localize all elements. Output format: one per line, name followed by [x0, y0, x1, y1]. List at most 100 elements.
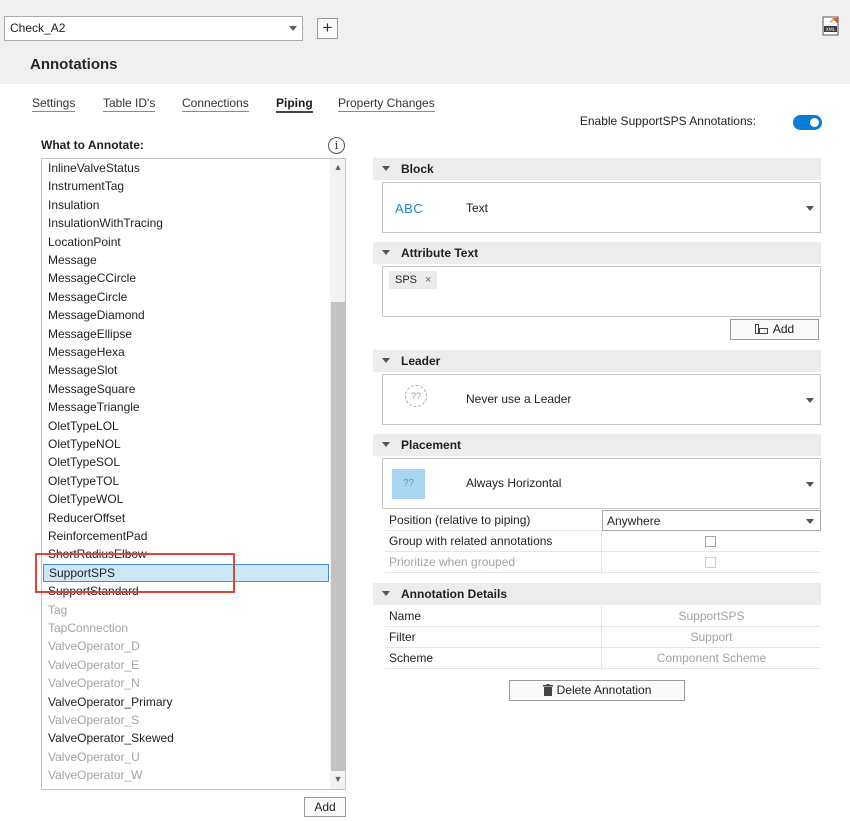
list-item[interactable]: ValveOperator_E [48, 656, 139, 674]
chevron-down-icon [289, 26, 297, 31]
position-select[interactable]: Anywhere [602, 510, 821, 531]
attribute-text-section-title: Attribute Text [401, 246, 479, 260]
list-item[interactable]: ValveOperator_U [48, 748, 140, 766]
add-attribute-icon [754, 324, 768, 334]
position-select-value: Anywhere [607, 514, 661, 528]
annotation-details-section-title: Annotation Details [401, 587, 508, 601]
list-item[interactable]: ReinforcementPad [48, 527, 147, 545]
profile-select-value: Check_A2 [10, 21, 66, 35]
list-item[interactable]: OletTypeTOL [48, 472, 119, 490]
scroll-thumb[interactable] [331, 302, 345, 771]
list-item[interactable]: MessageSlot [48, 361, 117, 379]
list-item[interactable]: MessageTriangle [48, 398, 140, 416]
tab-settings[interactable]: Settings [32, 96, 76, 112]
list-item[interactable]: Tag [48, 601, 67, 619]
list-item[interactable]: MessageHexa [48, 343, 125, 361]
block-select-value: Text [466, 201, 489, 215]
block-section-header[interactable]: Block [373, 158, 821, 180]
add-annotation-type-button[interactable]: Add [304, 797, 346, 817]
annotate-list: InlineValveStatus InstrumentTag Insulation… [41, 158, 346, 790]
list-item[interactable]: Insulation [48, 196, 99, 214]
what-to-annotate-label: What to Annotate: [41, 138, 144, 152]
list-item[interactable]: ReducerOffset [48, 509, 125, 527]
list-item[interactable]: InstrumentTag [48, 177, 124, 195]
annotation-details-section-header[interactable]: Annotation Details [373, 583, 821, 605]
xml-export-icon[interactable]: XML [821, 16, 841, 36]
tab-table-ids[interactable]: Table ID's [103, 96, 156, 112]
list-item[interactable]: OletTypeNOL [48, 435, 121, 453]
toggle-knob [810, 118, 819, 127]
list-item[interactable]: LocationPoint [48, 233, 121, 251]
add-attribute-label: Add [772, 322, 795, 336]
trash-icon [542, 684, 553, 696]
collapse-icon [382, 166, 390, 171]
details-label: Filter [389, 630, 416, 644]
tab-property-changes[interactable]: Property Changes [338, 96, 435, 112]
list-item[interactable]: MessageCircle [48, 288, 127, 306]
placement-select-value: Always Horizontal [466, 476, 562, 490]
list-item[interactable]: OletTypeLOL [48, 417, 119, 435]
header-bar [0, 0, 850, 84]
attribute-text-section-header[interactable]: Attribute Text [373, 242, 821, 264]
group-row: Group with related annotations [385, 531, 821, 552]
block-section-title: Block [401, 162, 434, 176]
list-scrollbar[interactable]: ▲ ▼ [330, 159, 345, 789]
list-item[interactable]: MessageDiamond [48, 306, 145, 324]
text-block-icon: ABC [395, 201, 424, 216]
attribute-text-field[interactable]: SPS × [382, 266, 821, 317]
list-item[interactable]: MessageSquare [48, 380, 135, 398]
add-attribute-button[interactable]: Add [730, 319, 819, 340]
scroll-up-icon[interactable]: ▲ [330, 161, 345, 173]
divider [601, 531, 602, 552]
list-item[interactable]: ValveOperator_W [48, 766, 142, 784]
selection-highlight-box [35, 553, 235, 593]
details-row-name: Name SupportSPS [385, 606, 821, 627]
list-item[interactable]: ValveOperator_D [48, 637, 140, 655]
list-item[interactable]: MessageCCircle [48, 269, 136, 287]
list-item[interactable]: MessageEllipse [48, 325, 132, 343]
leader-section-header[interactable]: Leader [373, 350, 821, 372]
remove-chip-icon[interactable]: × [425, 274, 431, 286]
attribute-chip-label: SPS [395, 274, 418, 286]
add-profile-button[interactable]: + [317, 18, 338, 39]
group-checkbox[interactable] [705, 536, 716, 547]
placement-section-header[interactable]: Placement [373, 434, 821, 456]
position-label: Position (relative to piping) [389, 513, 531, 527]
details-row-scheme: Scheme Component Scheme [385, 648, 821, 669]
collapse-icon [382, 442, 390, 447]
list-item[interactable]: ValveOperator_N [48, 674, 140, 692]
list-item[interactable]: OletTypeWOL [48, 490, 123, 508]
list-item[interactable]: ValveOperator_Skewed [48, 729, 174, 747]
leader-section-title: Leader [401, 354, 441, 368]
list-item[interactable]: ValveOperator_S [48, 711, 139, 729]
delete-annotation-button[interactable]: Delete Annotation [509, 680, 685, 701]
collapse-icon [382, 591, 390, 596]
list-item[interactable]: InsulationWithTracing [48, 214, 163, 232]
info-icon[interactable]: i [328, 137, 345, 154]
tab-piping[interactable]: Piping [276, 96, 313, 113]
list-item[interactable]: TapConnection [48, 619, 128, 637]
list-item[interactable]: ValveOperator_Primary [48, 693, 173, 711]
list-item[interactable]: Message [48, 251, 97, 269]
group-label: Group with related annotations [389, 534, 553, 548]
leader-select[interactable]: ?? Never use a Leader [382, 374, 821, 425]
prioritize-checkbox[interactable] [705, 557, 716, 568]
profile-select[interactable]: Check_A2 [4, 16, 303, 41]
leader-icon: ?? [405, 385, 427, 407]
details-value: Component Scheme [656, 651, 767, 665]
enable-annotations-label: Enable SupportSPS Annotations: [579, 114, 756, 128]
list-item[interactable]: OletTypeSOL [48, 453, 120, 471]
enable-annotations-toggle[interactable] [793, 115, 822, 130]
position-row: Position (relative to piping) Anywhere [385, 510, 821, 531]
scroll-down-icon[interactable]: ▼ [330, 773, 345, 785]
placement-select[interactable]: ?? Always Horizontal [382, 458, 821, 509]
block-select[interactable]: ABC Text [382, 182, 821, 233]
svg-text:XML: XML [826, 27, 836, 33]
list-item[interactable]: InlineValveStatus [48, 159, 140, 177]
prioritize-label: Prioritize when grouped [389, 555, 516, 569]
collapse-icon [382, 250, 390, 255]
tab-connections[interactable]: Connections [182, 96, 249, 112]
delete-annotation-label: Delete Annotation [556, 683, 652, 697]
details-value: Support [690, 630, 733, 644]
page-title: Annotations [30, 56, 118, 73]
